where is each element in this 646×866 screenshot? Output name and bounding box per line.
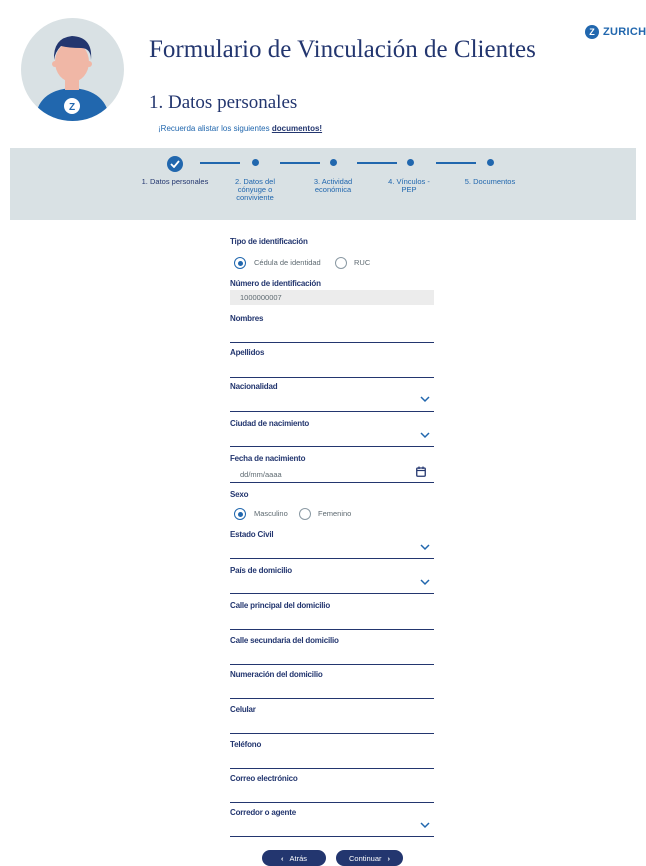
brand-logo: Z ZURICH: [585, 25, 646, 39]
pais-domicilio-select[interactable]: [230, 593, 434, 594]
calle-secundaria-input[interactable]: [230, 664, 434, 665]
avatar: Z: [21, 18, 124, 121]
id-number-label: Número de identificación: [230, 279, 321, 288]
step-3-label: 3. Actividad económica: [313, 177, 353, 194]
calle-principal-label: Calle principal del domicilio: [230, 601, 331, 610]
estado-civil-label: Estado Civil: [230, 530, 274, 539]
celular-input[interactable]: [230, 733, 434, 734]
step-2-label: 2. Datos del cónyuge o conviviente: [234, 177, 276, 202]
step-5-dot[interactable]: [487, 159, 494, 166]
continue-button-label: Continuar: [348, 853, 382, 863]
nombres-label: Nombres: [230, 314, 264, 323]
step-connector: [436, 162, 476, 164]
pais-domicilio-label: País de domicilio: [230, 566, 292, 575]
correo-label: Correo electrónico: [230, 774, 298, 783]
celular-label: Celular: [230, 705, 256, 714]
numeracion-label: Numeración del domicilio: [230, 670, 323, 679]
step-3-dot[interactable]: [330, 159, 337, 166]
notice-text: ¡Recuerda alistar los siguientes: [158, 124, 272, 133]
ciudad-chevron-down-icon[interactable]: [420, 431, 430, 439]
page-title: Formulario de Vinculación de Clientes: [149, 36, 536, 63]
sexo-femenino-label: Femenino: [318, 509, 352, 518]
id-type-ruc-radio[interactable]: [335, 257, 347, 269]
pais-chevron-down-icon[interactable]: [420, 578, 430, 586]
ciudad-nacimiento-select[interactable]: [230, 446, 434, 447]
documents-notice: ¡Recuerda alistar los siguientes documen…: [158, 124, 322, 133]
nacionalidad-select[interactable]: [230, 411, 434, 412]
section-title: 1. Datos personales: [149, 92, 298, 113]
sexo-masculino-radio[interactable]: [234, 508, 246, 520]
step-4-label: 4. Vínculos - PEP: [388, 177, 430, 194]
telefono-input[interactable]: [230, 768, 434, 769]
nacionalidad-label: Nacionalidad: [230, 382, 278, 391]
correo-input[interactable]: [230, 802, 434, 803]
fecha-nacimiento-placeholder: dd/mm/aaaa: [240, 470, 282, 479]
step-2-dot[interactable]: [252, 159, 259, 166]
apellidos-label: Apellidos: [230, 348, 265, 357]
calle-principal-input[interactable]: [230, 629, 434, 630]
step-5-label: 5. Documentos: [464, 177, 516, 186]
estado-civil-chevron-down-icon[interactable]: [420, 543, 430, 551]
step-4-dot[interactable]: [407, 159, 414, 166]
back-button[interactable]: ‹ Atrás: [262, 850, 326, 866]
corredor-label: Corredor o agente: [230, 808, 296, 817]
sexo-femenino-radio[interactable]: [299, 508, 311, 520]
progress-stepper: 1. Datos personales 2. Datos del cónyuge…: [10, 148, 636, 220]
brand-name: ZURICH: [603, 26, 646, 38]
fecha-nacimiento-label: Fecha de nacimiento: [230, 454, 306, 463]
zurich-logo-icon: Z: [585, 25, 599, 39]
apellidos-input[interactable]: [230, 377, 434, 378]
ciudad-nacimiento-label: Ciudad de nacimiento: [230, 419, 310, 428]
estado-civil-select[interactable]: [230, 558, 434, 559]
svg-text:Z: Z: [69, 102, 75, 113]
fecha-nacimiento-input[interactable]: [230, 482, 434, 483]
chevron-right-icon: ›: [387, 853, 391, 863]
id-type-cedula-label: Cédula de identidad: [254, 258, 321, 267]
id-number-value: 1000000007: [240, 293, 282, 302]
nombres-input[interactable]: [230, 342, 434, 343]
sexo-label: Sexo: [230, 490, 249, 499]
sexo-masculino-label: Masculino: [254, 509, 288, 518]
calendar-icon[interactable]: [416, 466, 426, 477]
telefono-label: Teléfono: [230, 740, 262, 749]
step-connector: [357, 162, 397, 164]
documents-link[interactable]: documentos!: [272, 124, 322, 133]
step-connector: [280, 162, 320, 164]
corredor-select[interactable]: [230, 836, 434, 837]
step-1-check-icon[interactable]: [167, 156, 183, 172]
id-type-cedula-radio[interactable]: [234, 257, 246, 269]
continue-button[interactable]: Continuar ›: [336, 850, 403, 866]
step-1-label: 1. Datos personales: [141, 177, 209, 186]
person-icon: Z: [35, 36, 110, 121]
step-connector: [200, 162, 240, 164]
id-type-label: Tipo de identificación: [230, 237, 308, 246]
nacionalidad-chevron-down-icon[interactable]: [420, 395, 430, 403]
back-button-label: Atrás: [289, 853, 307, 863]
chevron-left-icon: ‹: [280, 853, 284, 863]
corredor-chevron-down-icon[interactable]: [420, 821, 430, 829]
numeracion-input[interactable]: [230, 698, 434, 699]
calle-secundaria-label: Calle secundaria del domicilio: [230, 636, 339, 645]
id-type-ruc-label: RUC: [354, 258, 371, 267]
